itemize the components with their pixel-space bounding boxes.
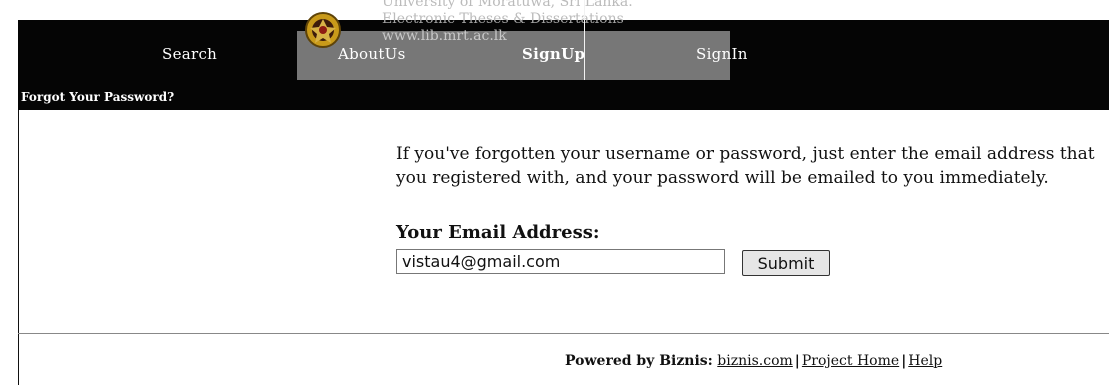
page-title-bar — [18, 80, 1109, 110]
forgot-password-page: University of Moratuwa, Sri Lanka. Elect… — [0, 0, 1109, 385]
nav-aboutus-link[interactable]: AboutUs — [338, 45, 406, 63]
project-home-link[interactable]: Project Home — [802, 353, 899, 369]
password-help-text: If you've forgotten your username or pas… — [396, 144, 1095, 188]
watermark-university: University of Moratuwa, Sri Lanka. — [382, 0, 633, 10]
university-seal-icon — [305, 12, 341, 48]
footer: Powered by Biznis: biznis.com | Project Ho… — [565, 352, 942, 370]
email-field[interactable] — [396, 249, 725, 274]
footer-separator: | — [794, 353, 800, 369]
biznis-link[interactable]: biznis.com — [717, 353, 793, 369]
page-title: Forgot Your Password? — [21, 90, 175, 104]
nav-signin-link[interactable]: SignIn — [696, 45, 748, 63]
watermark-url: www.lib.mrt.ac.lk — [382, 28, 507, 44]
email-field-label: Your Email Address: — [396, 222, 600, 243]
help-link[interactable]: Help — [908, 353, 942, 369]
nav-search-link[interactable]: Search — [162, 45, 217, 63]
nav-signup-link[interactable]: SignUp — [522, 45, 585, 63]
submit-button[interactable]: Submit — [742, 250, 830, 276]
powered-by-label: Powered by Biznis: — [565, 353, 713, 369]
footer-separator: | — [901, 353, 907, 369]
footer-divider — [18, 333, 1109, 334]
watermark-theses: Electronic Theses & Dissertations — [382, 11, 624, 27]
